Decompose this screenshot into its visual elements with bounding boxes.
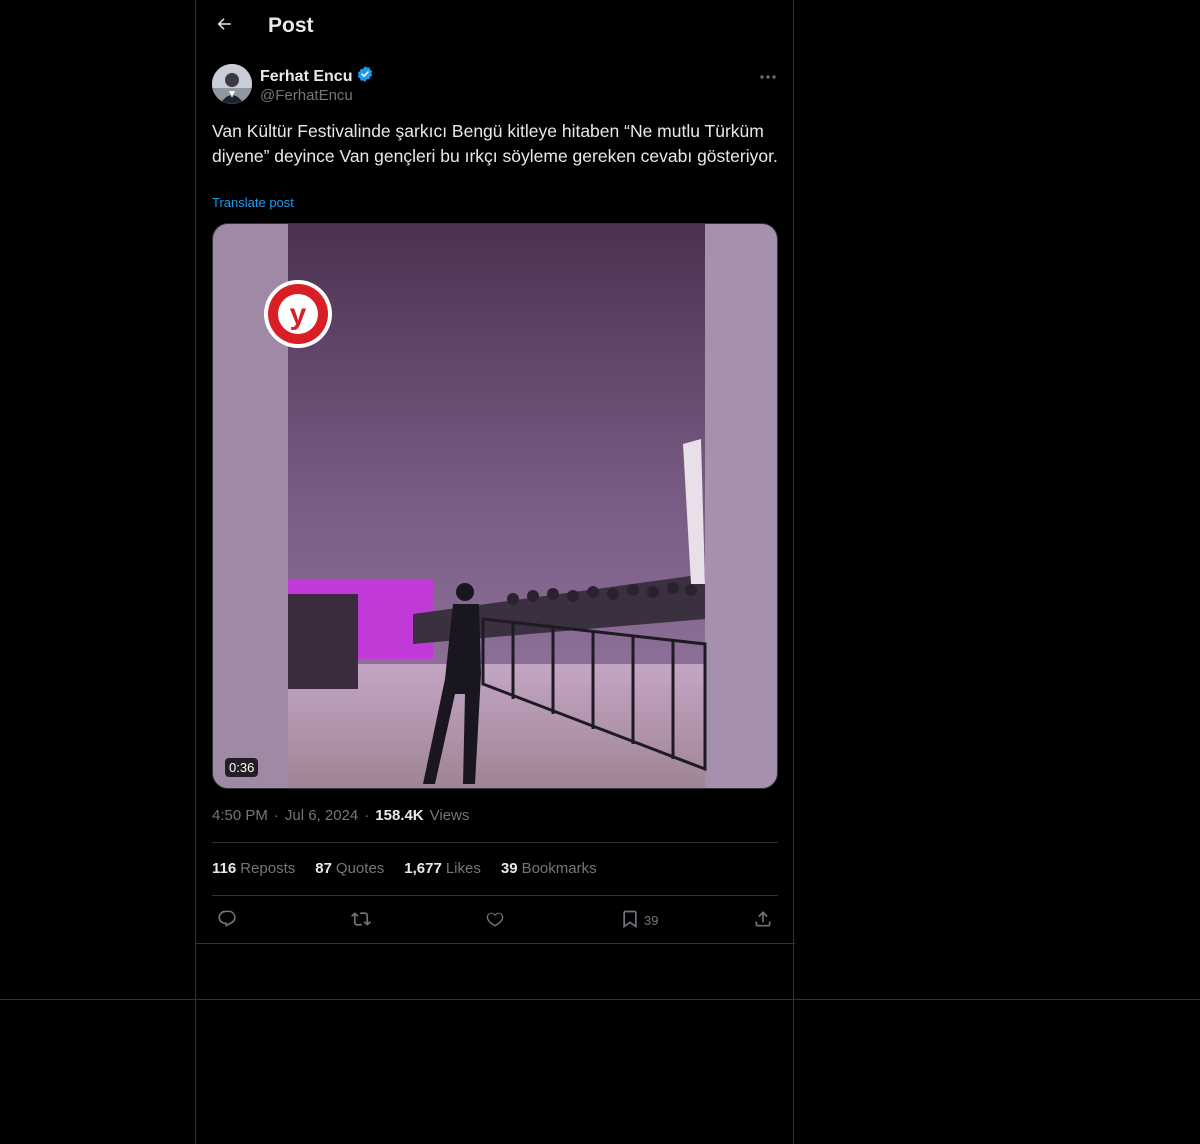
author-handle[interactable]: @FerhatEncu xyxy=(260,87,353,104)
bookmarks-label: Bookmarks xyxy=(521,860,597,877)
post-date[interactable]: Jul 6, 2024 xyxy=(285,807,358,824)
header: Post xyxy=(196,0,795,54)
quotes-count: 87 xyxy=(315,860,332,877)
like-button[interactable] xyxy=(485,907,505,933)
back-arrow-icon xyxy=(215,15,233,38)
bookmarks-stat[interactable]: 39 Bookmarks xyxy=(501,860,597,877)
divider xyxy=(212,895,778,896)
meta-separator: · xyxy=(273,807,279,824)
translate-post-link[interactable]: Translate post xyxy=(212,195,294,210)
post-text: Van Kültür Festivalinde şarkıcı Bengü ki… xyxy=(212,121,778,166)
page: Post Ferhat Encu @FerhatEncu Van Kültür … xyxy=(0,0,1200,1144)
engagement-stats: 116 Reposts 87 Quotes 1,677 Likes 39 Bookmar… xyxy=(212,860,597,877)
svg-text:y: y xyxy=(290,298,307,331)
likes-stat[interactable]: 1,677 Likes xyxy=(404,860,481,877)
share-icon xyxy=(753,909,773,932)
views-count: 158.4K xyxy=(375,807,424,824)
quotes-stat[interactable]: 87 Quotes xyxy=(315,860,384,877)
share-button[interactable] xyxy=(753,907,773,933)
post-column: Post Ferhat Encu @FerhatEncu Van Kültür … xyxy=(195,0,795,1144)
repost-button[interactable] xyxy=(351,907,371,933)
video-thumbnail: y xyxy=(213,224,777,788)
video-duration: 0:36 xyxy=(225,758,259,777)
quotes-label: Quotes xyxy=(335,860,385,877)
more-button[interactable] xyxy=(756,64,780,86)
post-meta: 4:50 PM · Jul 6, 2024 · 158.4K Views xyxy=(212,807,469,824)
divider xyxy=(212,842,778,843)
author-name[interactable]: Ferhat Encu xyxy=(260,65,374,88)
bookmark-icon xyxy=(620,909,640,932)
video-player[interactable]: y 0:36 xyxy=(212,223,778,789)
bookmarks-count: 39 xyxy=(500,860,518,877)
reposts-count: 116 xyxy=(212,860,237,877)
verified-badge-icon xyxy=(356,65,374,88)
post-bottom-border xyxy=(196,943,795,944)
reposts-stat[interactable]: 116 Reposts xyxy=(212,860,295,877)
bookmark-button[interactable]: 39 xyxy=(620,907,658,933)
repost-icon xyxy=(351,909,371,932)
author-name-text: Ferhat Encu xyxy=(260,67,353,85)
views-label: Views xyxy=(429,807,470,824)
like-icon xyxy=(485,909,505,932)
more-icon xyxy=(760,66,776,84)
reply-icon xyxy=(217,909,237,932)
back-button[interactable] xyxy=(208,10,240,42)
page-title: Post xyxy=(268,14,314,37)
reposts-label: Reposts xyxy=(240,860,296,877)
bookmark-count: 39 xyxy=(644,912,659,928)
reply-button[interactable] xyxy=(217,907,237,933)
avatar[interactable] xyxy=(212,64,252,104)
likes-count: 1,677 xyxy=(404,860,442,877)
likes-label: Likes xyxy=(445,860,481,877)
post-time[interactable]: 4:50 PM xyxy=(212,807,268,824)
meta-separator: · xyxy=(364,807,370,824)
